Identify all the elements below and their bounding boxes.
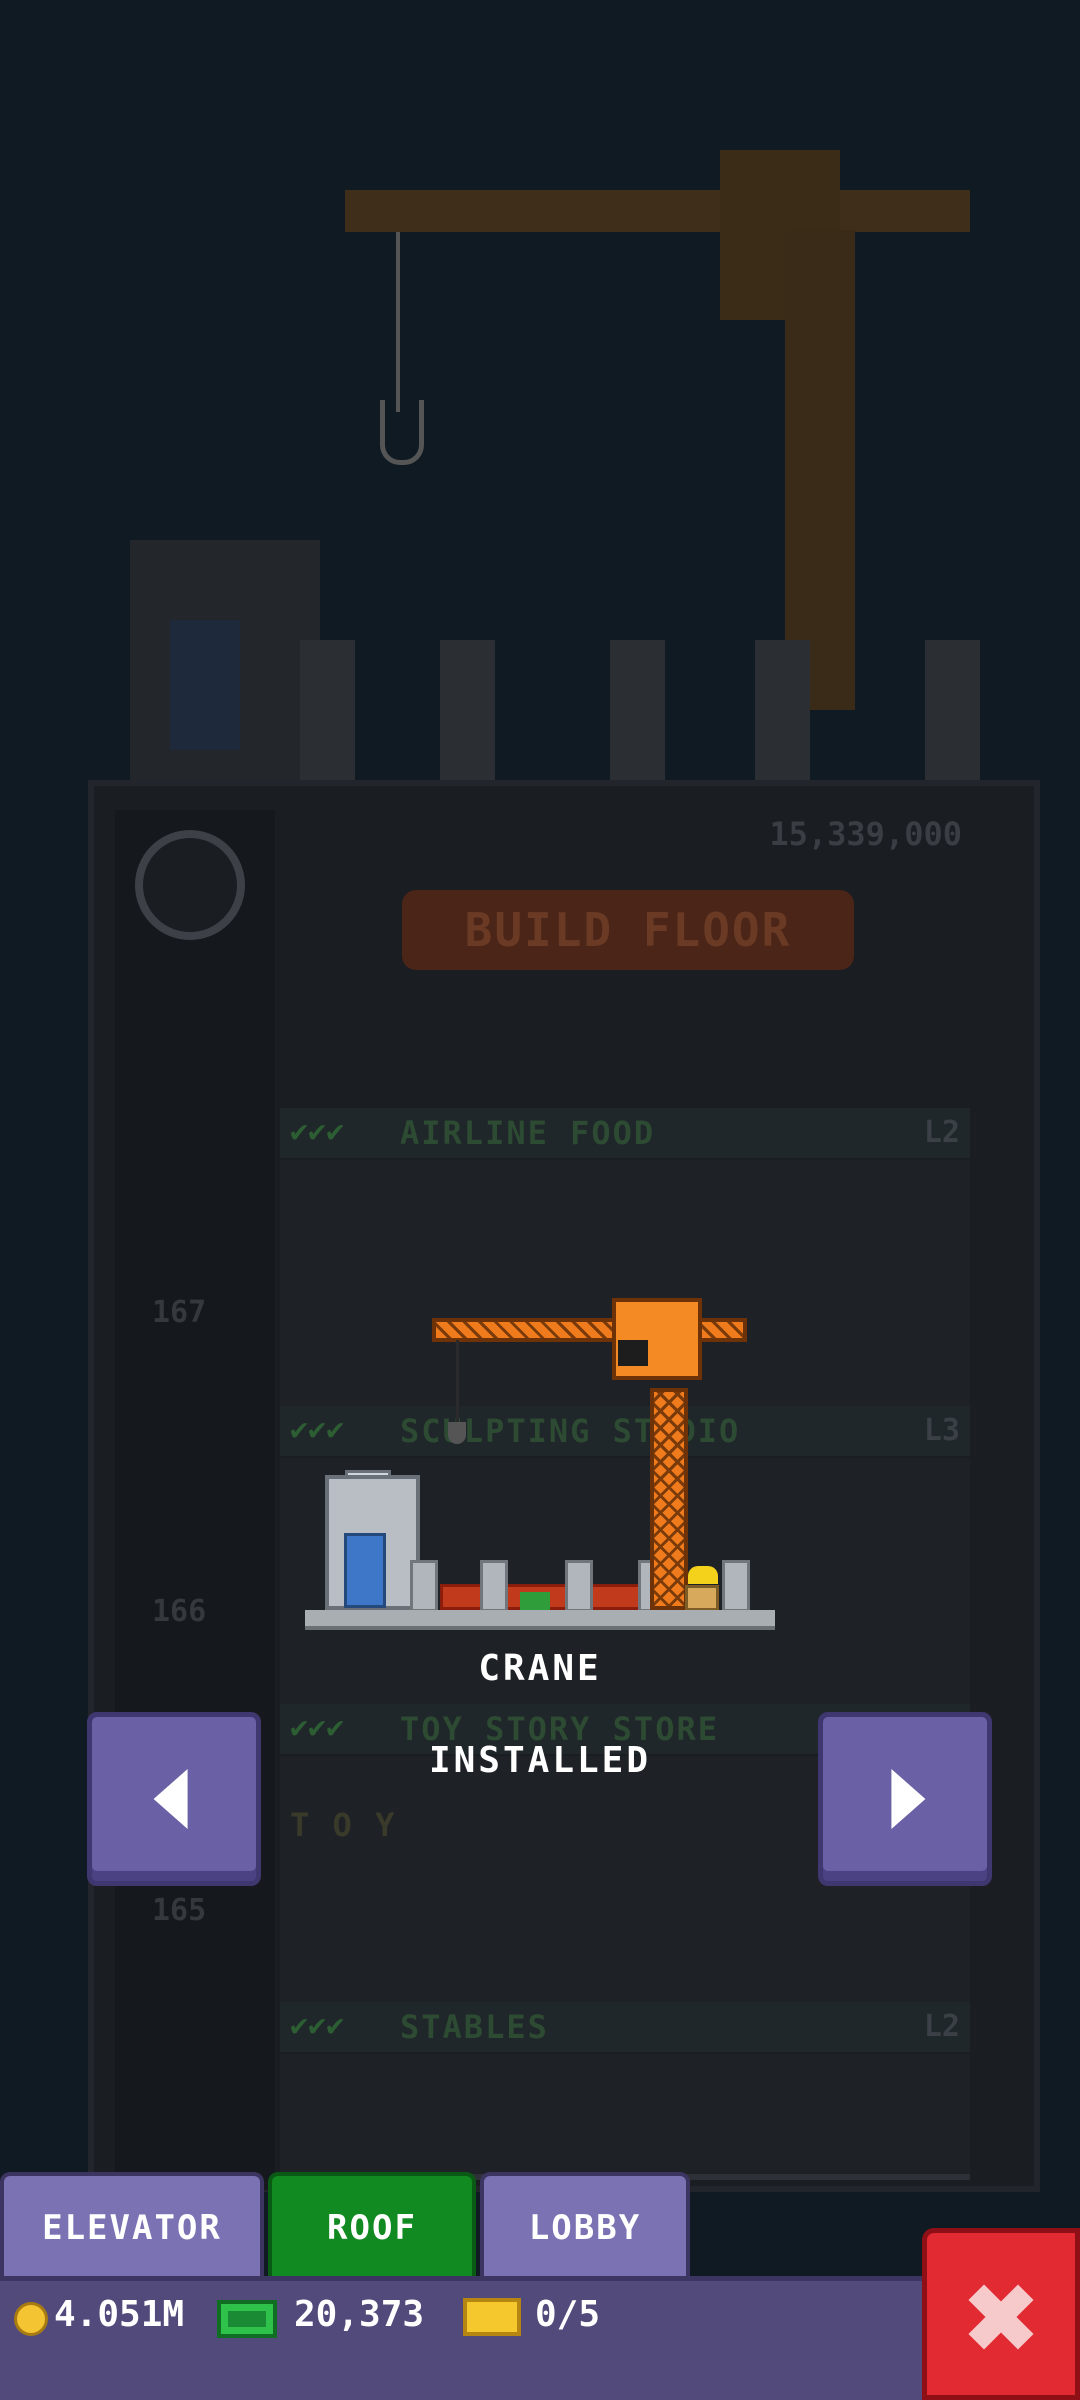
background-crane-cable bbox=[396, 232, 400, 412]
next-roof-button[interactable] bbox=[818, 1712, 992, 1886]
roof-pillar bbox=[440, 640, 495, 780]
floor-level: L2 bbox=[923, 2009, 960, 2044]
floor-number: 166 bbox=[152, 1594, 207, 1629]
previous-roof-button[interactable] bbox=[87, 1712, 261, 1886]
floor-sign: ✔✔✔ AIRLINE FOOD L2 bbox=[280, 1108, 970, 1158]
preview-crate-icon bbox=[685, 1585, 719, 1611]
preview-door-icon bbox=[344, 1533, 386, 1608]
check-icons: ✔✔✔ bbox=[290, 2008, 345, 2043]
roof-item-status: INSTALLED bbox=[428, 1740, 652, 1781]
background-crane-mast bbox=[785, 230, 855, 710]
coin-icon bbox=[14, 2302, 48, 2336]
preview-pillar bbox=[722, 1560, 750, 1612]
tab-roof[interactable]: ROOF bbox=[268, 2172, 476, 2276]
ticket-count: 0/5 bbox=[535, 2294, 601, 2335]
arrow-left-icon bbox=[153, 1769, 188, 1829]
build-floor-price: 15,339,000 bbox=[769, 815, 962, 853]
build-floor-label: BUILD FLOOR bbox=[464, 903, 792, 957]
bux-balance: 20,373 bbox=[294, 2294, 425, 2335]
preview-crane-window bbox=[618, 1340, 648, 1366]
floor-name: STABLES bbox=[400, 2008, 549, 2046]
preview-roof-base bbox=[305, 1610, 775, 1630]
roof-pillar bbox=[300, 640, 355, 780]
toy-sign: T O Y bbox=[290, 1806, 397, 1844]
floor-number: 165 bbox=[152, 1893, 207, 1928]
preview-pillar bbox=[565, 1560, 593, 1612]
roof-pillar bbox=[610, 640, 665, 780]
tab-elevator[interactable]: ELEVATOR bbox=[0, 2172, 264, 2276]
tab-lobby[interactable]: LOBBY bbox=[480, 2172, 690, 2276]
background-crane-hook-icon bbox=[380, 400, 424, 465]
floor-number: 167 bbox=[152, 1295, 207, 1330]
floor-row bbox=[280, 2054, 970, 2180]
elevator-wheel-icon bbox=[135, 830, 245, 940]
preview-crane-cable bbox=[456, 1340, 459, 1428]
background-crane-arm bbox=[345, 190, 970, 232]
floor-level: L3 bbox=[923, 1413, 960, 1448]
roof-item-title: CRANE bbox=[478, 1648, 602, 1689]
floor-sign: ✔✔✔ SCULPTING STUDIO L3 bbox=[280, 1406, 970, 1456]
ticket-icon bbox=[463, 2298, 521, 2336]
floor-name: AIRLINE FOOD bbox=[400, 1114, 656, 1152]
preview-crane-cab bbox=[612, 1298, 702, 1380]
preview-crane-mast bbox=[650, 1388, 688, 1610]
close-button[interactable] bbox=[922, 2228, 1080, 2400]
check-icons: ✔✔✔ bbox=[290, 1412, 345, 1447]
preview-hardhat-icon bbox=[688, 1566, 718, 1584]
elevator-shaft bbox=[115, 810, 275, 2190]
coin-balance: 4.051M bbox=[54, 2294, 185, 2335]
preview-pillar bbox=[410, 1560, 438, 1612]
arrow-right-icon bbox=[891, 1769, 926, 1829]
floor-level: L2 bbox=[923, 1115, 960, 1150]
preview-toolbag-icon bbox=[520, 1592, 550, 1612]
roof-pillar bbox=[925, 640, 980, 780]
floor-sign: ✔✔✔ STABLES L2 bbox=[280, 2002, 970, 2052]
roof-pillar bbox=[755, 640, 810, 780]
preview-pillar bbox=[480, 1560, 508, 1612]
close-icon bbox=[927, 2233, 1075, 2395]
roof-door bbox=[170, 620, 240, 750]
check-icons: ✔✔✔ bbox=[290, 1114, 345, 1149]
bux-icon-inner bbox=[228, 2311, 266, 2327]
preview-crane-hook-icon bbox=[448, 1422, 466, 1444]
